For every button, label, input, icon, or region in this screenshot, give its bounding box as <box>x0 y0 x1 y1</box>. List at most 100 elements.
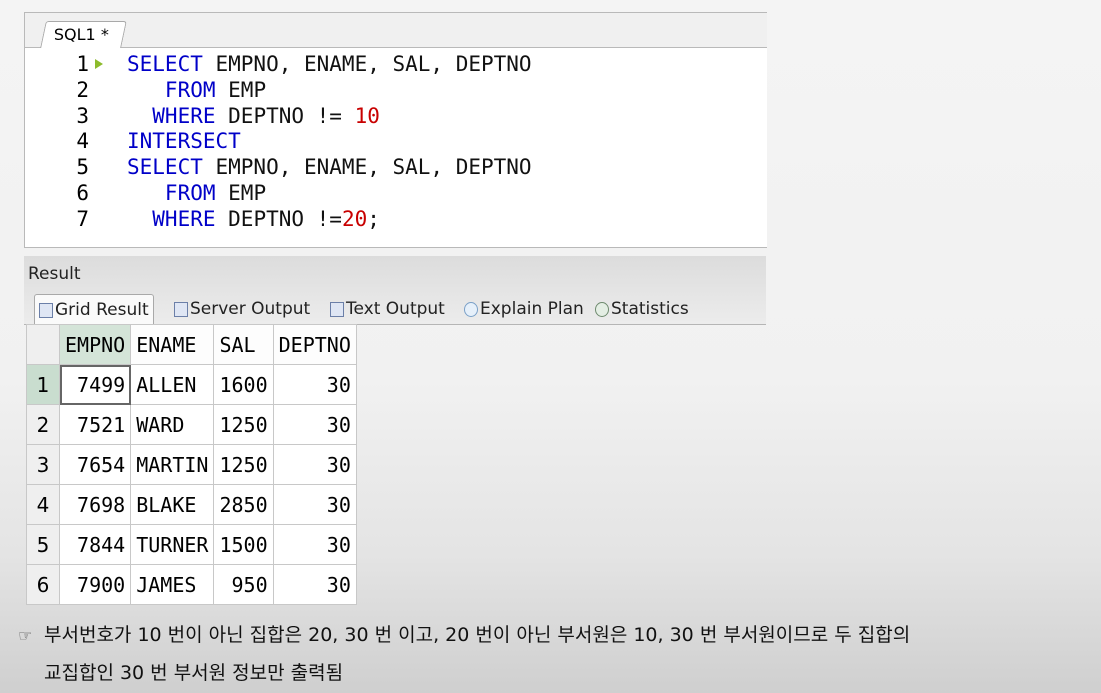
cell-empno[interactable]: 7654 <box>58 444 132 485</box>
line-number: 4 <box>76 129 89 154</box>
explanation-text-2: 교집합인 30 번 부서원 정보만 출력됨 <box>44 662 344 684</box>
tab-label: Statistics <box>611 299 689 319</box>
line-number: 3 <box>76 103 89 128</box>
code-area[interactable]: 1 SELECT EMPNO, ENAME, SAL, DEPTNO 2 FROM … <box>25 51 767 247</box>
cell-deptno[interactable]: 30 <box>272 444 357 485</box>
line-number: 7 <box>76 206 89 231</box>
explanation-line-1: ☞ 부서번호가 10 번이 아닌 집합은 20, 30 번 이고, 20 번이 아… <box>18 620 910 647</box>
sql-editor[interactable]: SQL1 * 1 SELECT EMPNO, ENAME, SAL, DEPTNO… <box>24 12 767 248</box>
explanation-text-1: 부서번호가 10 번이 아닌 집합은 20, 30 번 이고, 20 번이 아닌… <box>44 624 911 646</box>
sql-text: ; <box>367 206 380 231</box>
sql-keyword: FROM <box>127 181 216 205</box>
result-tab-bar: Grid Result Server Output Text Output Expla… <box>24 290 766 325</box>
cell-ename[interactable]: JAMES <box>130 564 215 605</box>
row-number[interactable]: 6 <box>26 564 60 605</box>
sql-number: 20 <box>341 206 368 231</box>
cell-ename[interactable]: BLAKE <box>130 484 215 525</box>
table-row[interactable]: 4 7698 BLAKE 2850 30 <box>26 484 357 525</box>
code-text: FROM EMP <box>127 77 266 103</box>
cell-ename[interactable]: WARD <box>130 404 215 445</box>
column-header-deptno[interactable]: DEPTNO <box>272 324 357 365</box>
code-text: WHERE DEPTNO != 10 <box>127 103 380 129</box>
tab-label: Server Output <box>190 299 311 319</box>
table-row[interactable]: 1 7499 ALLEN 1600 30 <box>26 364 357 405</box>
column-header-ename[interactable]: ENAME <box>130 324 215 365</box>
line-number: 6 <box>76 181 89 205</box>
cell-deptno[interactable]: 30 <box>272 564 357 605</box>
table-row[interactable]: 6 7900 JAMES 950 30 <box>26 564 357 605</box>
sql-number: 10 <box>354 103 380 128</box>
tab-text-output[interactable]: Text Output <box>326 294 449 324</box>
grid-icon <box>39 303 53 318</box>
cell-sal[interactable]: 950 <box>213 564 274 605</box>
tab-sql1[interactable]: SQL1 * <box>40 21 127 48</box>
tab-label: Text Output <box>346 299 445 319</box>
code-text: SELECT EMPNO, ENAME, SAL, DEPTNO <box>127 154 532 180</box>
result-grid[interactable]: EMPNO ENAME SAL DEPTNO 1 7499 ALLEN 1600 30 2 752… <box>26 324 357 605</box>
cell-sal[interactable]: 1600 <box>213 364 274 405</box>
sql-text: EMPNO, ENAME, SAL, DEPTNO <box>202 155 532 180</box>
code-line[interactable]: 6 FROM EMP <box>25 180 767 206</box>
row-number[interactable]: 2 <box>26 404 60 445</box>
sql-text: EMP <box>215 181 267 205</box>
code-text: INTERSECT <box>127 128 241 154</box>
tab-server-output[interactable]: Server Output <box>170 294 314 324</box>
pointing-hand-icon: ☞ <box>18 626 33 645</box>
code-text: WHERE DEPTNO !=20; <box>127 206 380 232</box>
code-line[interactable]: 2 FROM EMP <box>25 77 767 103</box>
tab-statistics[interactable]: Statistics <box>591 294 693 324</box>
code-line[interactable]: 7 WHERE DEPTNO !=20; <box>25 206 767 232</box>
cell-sal[interactable]: 1250 <box>213 444 274 485</box>
sql-keyword: SELECT <box>127 155 203 180</box>
cell-sal[interactable]: 1500 <box>213 524 274 565</box>
row-number[interactable]: 3 <box>26 444 60 485</box>
line-number: 1 <box>76 52 89 76</box>
line-number: 5 <box>76 155 89 180</box>
cell-empno[interactable]: 7499 <box>58 364 132 405</box>
cell-ename[interactable]: ALLEN <box>130 364 215 405</box>
text-output-icon <box>330 302 344 317</box>
sql-keyword: WHERE <box>127 103 216 128</box>
column-header-sal[interactable]: SAL <box>213 324 274 365</box>
cell-empno[interactable]: 7521 <box>58 404 132 445</box>
cell-empno[interactable]: 7698 <box>58 484 132 525</box>
cell-deptno[interactable]: 30 <box>272 364 357 405</box>
cell-deptno[interactable]: 30 <box>272 484 357 525</box>
code-line[interactable]: 5 SELECT EMPNO, ENAME, SAL, DEPTNO <box>25 154 767 180</box>
current-line-arrow-icon <box>95 59 103 69</box>
statistics-icon <box>595 302 609 317</box>
cell-sal[interactable]: 1250 <box>213 404 274 445</box>
sql-text: EMPNO, ENAME, SAL, DEPTNO <box>202 52 532 76</box>
sql-keyword: SELECT <box>127 52 203 76</box>
row-number[interactable]: 4 <box>26 484 60 525</box>
tab-explain-plan[interactable]: Explain Plan <box>460 294 588 324</box>
cell-deptno[interactable]: 30 <box>272 404 357 445</box>
cell-ename[interactable]: TURNER <box>130 524 215 565</box>
row-number[interactable]: 5 <box>26 524 60 565</box>
table-row[interactable]: 2 7521 WARD 1250 30 <box>26 404 357 445</box>
code-line[interactable]: 3 WHERE DEPTNO != 10 <box>25 103 767 129</box>
table-row[interactable]: 3 7654 MARTIN 1250 30 <box>26 444 357 485</box>
result-panel: Result Grid Result Server Output Text Outp… <box>24 256 766 325</box>
column-header-empno[interactable]: EMPNO <box>58 324 132 365</box>
cell-ename[interactable]: MARTIN <box>130 444 215 485</box>
sql-text: DEPTNO != <box>215 206 342 231</box>
code-line[interactable]: 1 SELECT EMPNO, ENAME, SAL, DEPTNO <box>25 51 767 77</box>
editor-tab-bar: SQL1 * <box>25 13 767 48</box>
tab-grid-result[interactable]: Grid Result <box>34 294 154 325</box>
result-panel-title: Result <box>28 264 81 284</box>
code-text: FROM EMP <box>127 180 266 206</box>
cell-sal[interactable]: 2850 <box>213 484 274 525</box>
line-number: 2 <box>76 77 89 102</box>
cell-empno[interactable]: 7900 <box>58 564 132 605</box>
cell-deptno[interactable]: 30 <box>272 524 357 565</box>
sql-text: EMP <box>215 77 267 102</box>
code-line[interactable]: 4 INTERSECT <box>25 128 767 154</box>
server-output-icon <box>174 302 188 317</box>
cell-empno[interactable]: 7844 <box>58 524 132 565</box>
sql-keyword: WHERE <box>127 206 216 231</box>
row-number[interactable]: 1 <box>26 364 60 405</box>
sql-keyword: INTERSECT <box>127 129 241 154</box>
sql-text: DEPTNO != <box>215 103 355 128</box>
table-row[interactable]: 5 7844 TURNER 1500 30 <box>26 524 357 565</box>
